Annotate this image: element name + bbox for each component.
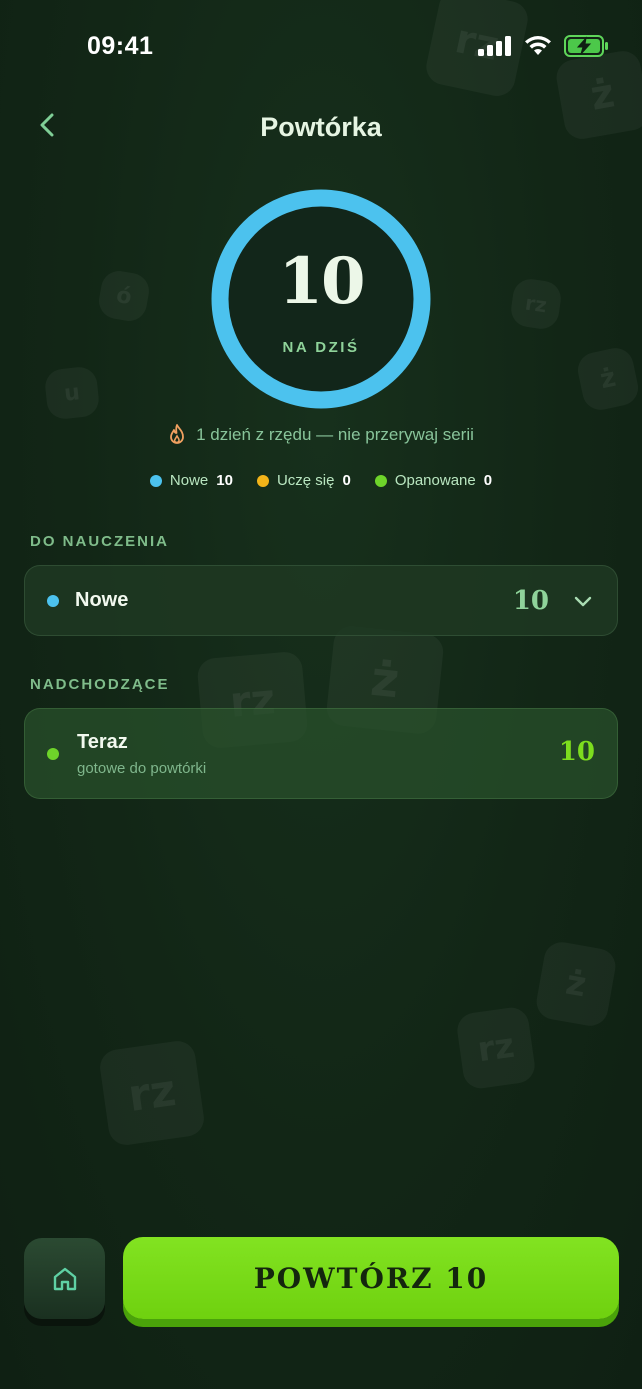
new-cards-title: Nowe: [75, 589, 129, 611]
background-tile: rz: [508, 276, 564, 332]
new-cards-count: 10: [512, 586, 549, 616]
legend-count: 10: [216, 472, 233, 489]
legend-item-learning: Uczę się 0: [256, 472, 351, 489]
wifi-icon: [525, 36, 551, 55]
status-dot: [47, 747, 59, 760]
legend-label: Nowe: [169, 472, 209, 489]
background-tile: rz: [97, 1038, 207, 1148]
daily-count: 10: [278, 244, 365, 319]
header: Powtórka: [0, 100, 642, 160]
legend: Nowe 10 Uczę się 0 Opanowane 0: [0, 472, 642, 489]
section-label-upcoming: NADCHODZĄCE: [30, 676, 170, 693]
legend-dot: [256, 474, 269, 487]
background-tile: rz: [455, 1005, 537, 1091]
page-title: Powtórka: [260, 112, 382, 142]
due-now-row[interactable]: Teraz gotowe do powtórki 10: [24, 708, 618, 799]
status-time: 09:41: [87, 32, 154, 60]
streak-text: 1 dzień z rzędu — nie przerywaj serii: [196, 425, 474, 444]
legend-dot: [374, 474, 387, 487]
streak-info: 1 dzień z rzędu — nie przerywaj serii: [0, 424, 642, 446]
background-tile: ż: [533, 939, 619, 1029]
flame-icon: [170, 424, 185, 444]
new-cards-row[interactable]: Nowe 10: [24, 565, 618, 636]
review-button-label: POWTÓRZ 10: [253, 1261, 489, 1295]
due-now-text: Teraz gotowe do powtórki: [77, 731, 206, 777]
cellular-signal-icon: [478, 36, 511, 56]
daily-count-label: NA DZIŚ: [282, 339, 360, 356]
review-button[interactable]: POWTÓRZ 10: [123, 1237, 619, 1319]
legend-label: Opanowane: [394, 472, 476, 489]
background-tile: ó: [96, 268, 152, 324]
legend-count: 0: [342, 472, 351, 489]
daily-goal-ring: 10 NA DZIŚ: [211, 189, 431, 409]
due-now-title: Teraz: [77, 730, 128, 753]
home-button[interactable]: [24, 1238, 105, 1319]
status-bar: 09:41: [0, 0, 642, 95]
background-tile: u: [43, 365, 101, 421]
section-label-to-learn: DO NAUCZENIA: [30, 533, 169, 550]
background-tile: ż: [574, 344, 642, 414]
legend-item-new: Nowe 10: [149, 472, 233, 489]
due-now-subtitle: gotowe do powtórki: [77, 759, 207, 777]
legend-label: Uczę się: [276, 472, 335, 489]
legend-item-mastered: Opanowane 0: [374, 472, 493, 489]
battery-charging-icon: [564, 35, 608, 57]
chevron-down-icon[interactable]: [573, 595, 593, 609]
home-icon: [53, 1267, 76, 1290]
status-dot: [47, 594, 59, 607]
legend-dot: [149, 474, 162, 487]
due-now-count: 10: [558, 737, 595, 767]
legend-count: 0: [483, 472, 493, 489]
status-icons: [478, 35, 610, 57]
